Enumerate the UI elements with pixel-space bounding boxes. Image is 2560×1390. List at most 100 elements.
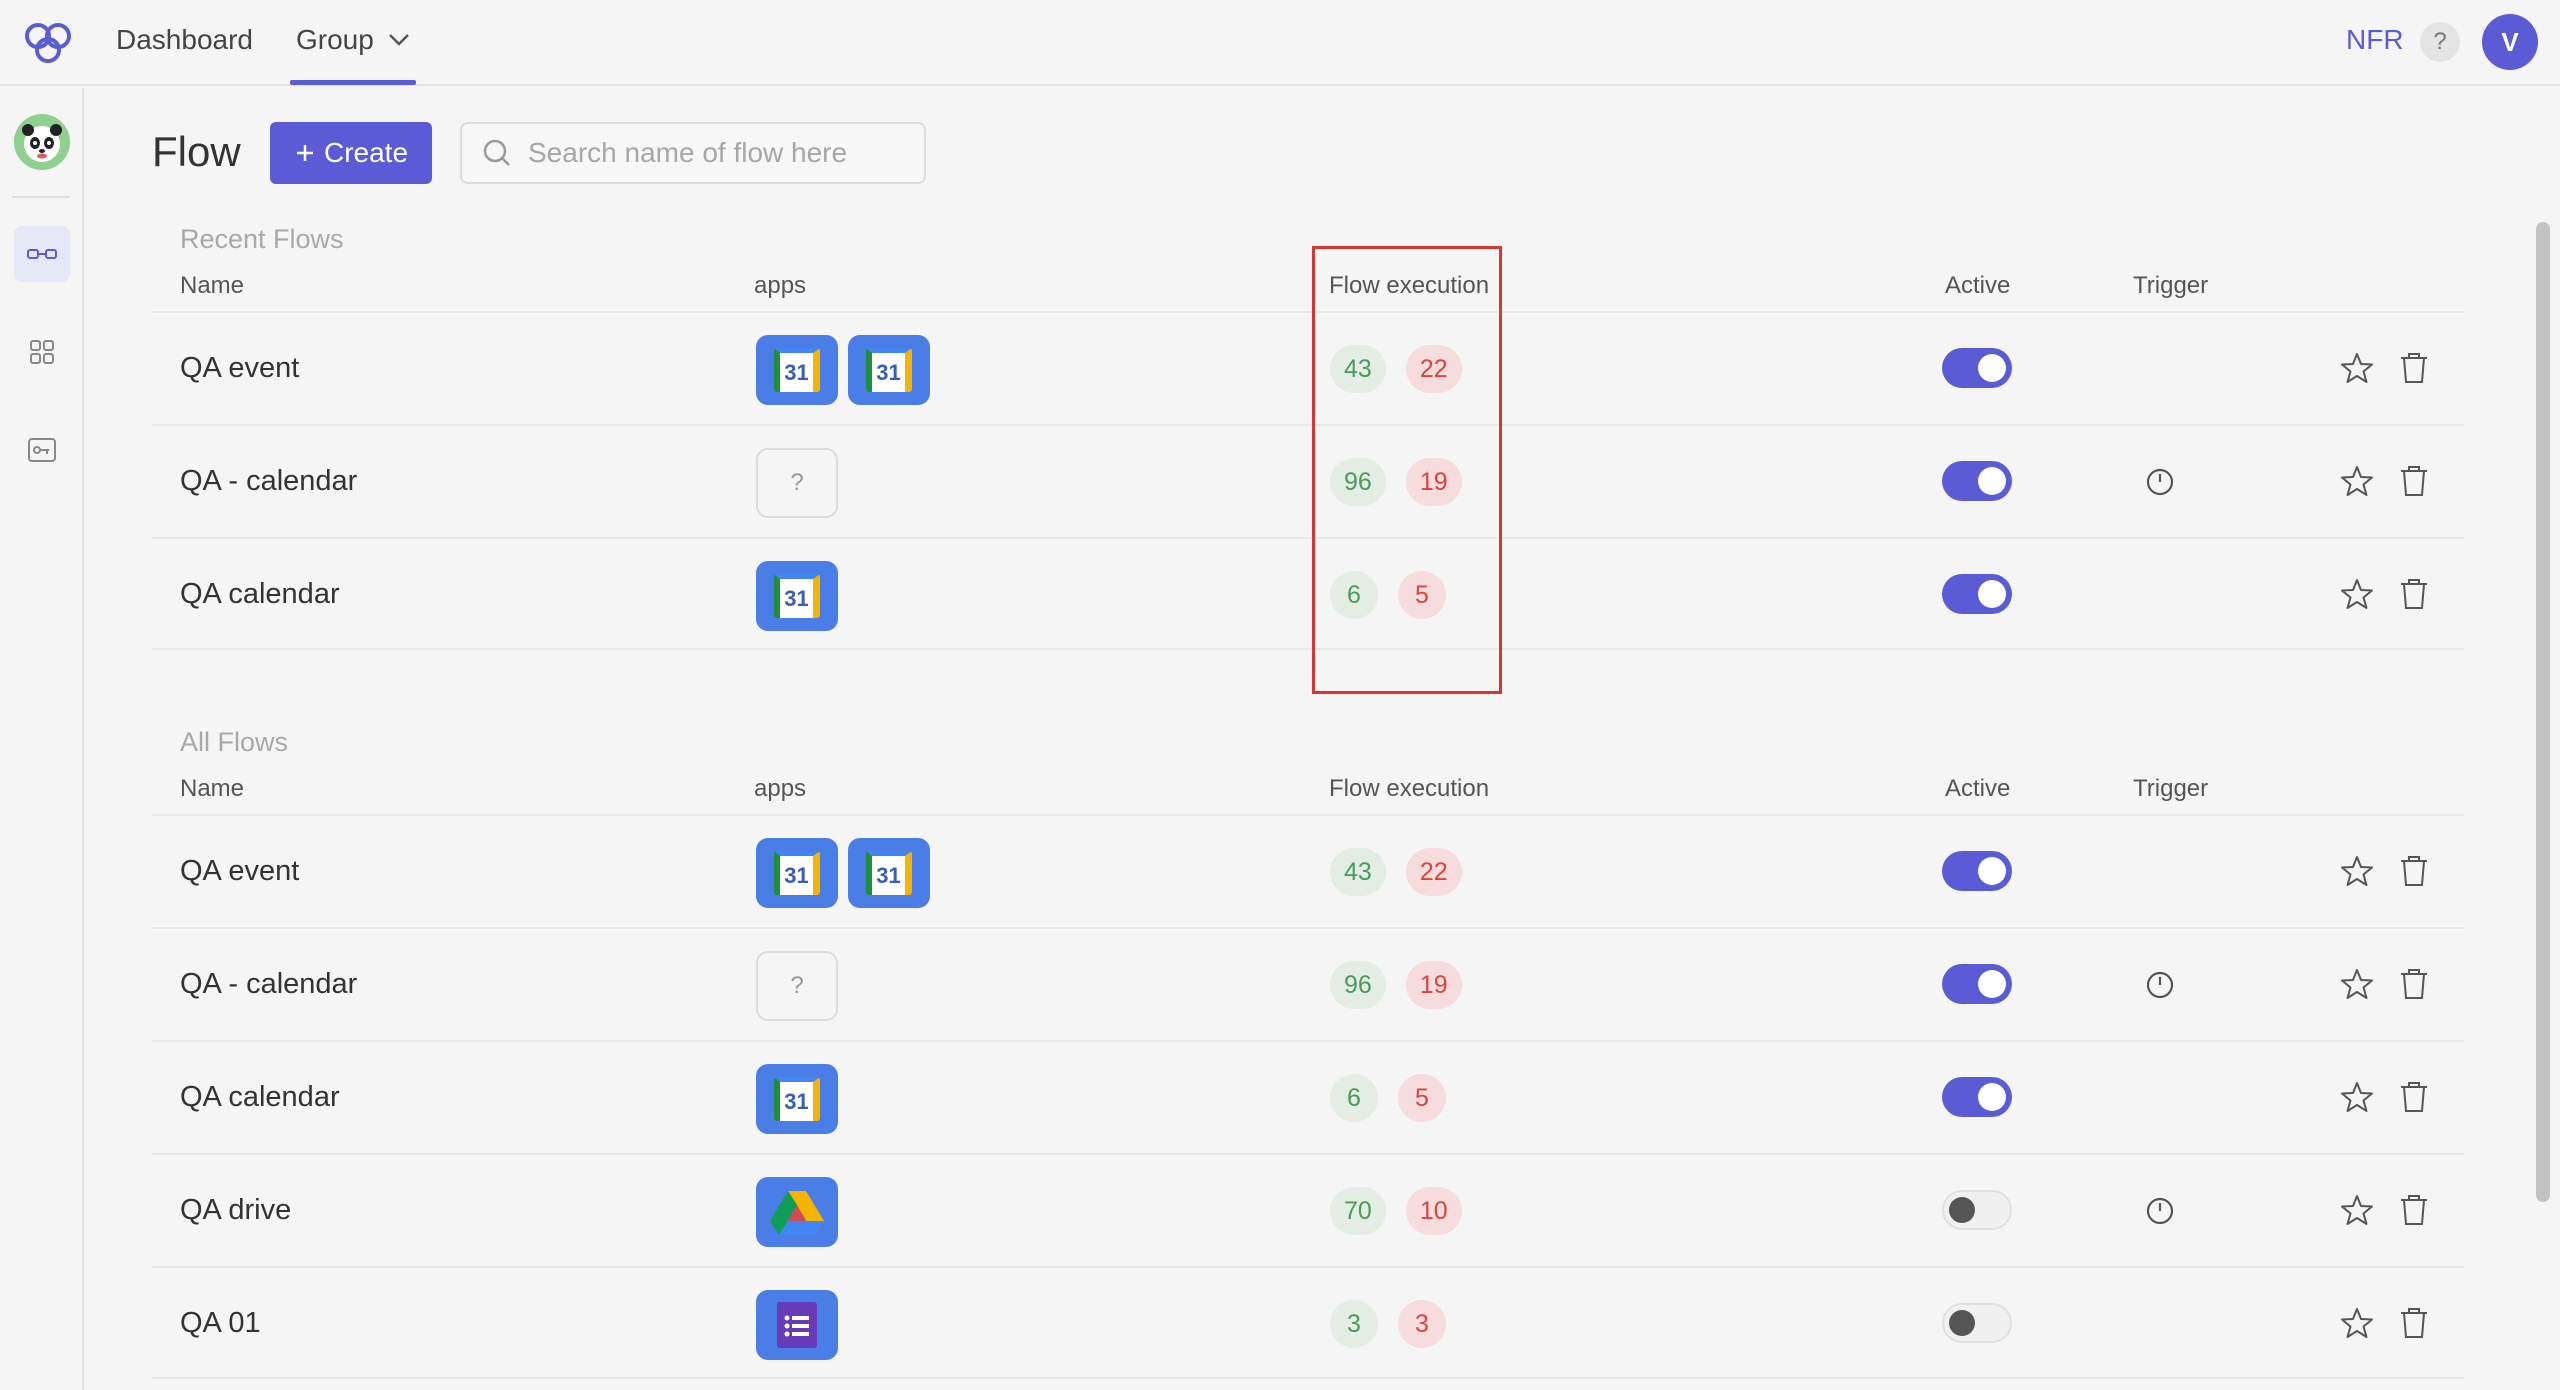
flow-name[interactable]: QA drive (180, 1155, 291, 1266)
delete-button[interactable] (2398, 464, 2430, 498)
help-button[interactable]: ? (2420, 22, 2460, 62)
active-toggle[interactable] (1942, 851, 2012, 891)
active-toggle[interactable] (1942, 1077, 2012, 1117)
scrollbar[interactable] (2536, 222, 2550, 1202)
trash-icon (2401, 579, 2427, 609)
success-count-badge[interactable]: 43 (1330, 848, 1386, 896)
trash-icon (2401, 1195, 2427, 1225)
trigger-schedule[interactable] (2144, 466, 2176, 498)
active-toggle[interactable] (1942, 964, 2012, 1004)
google-calendar-icon: 31 (756, 561, 838, 631)
delete-button[interactable] (2398, 577, 2430, 611)
workspace-avatar[interactable] (14, 114, 70, 170)
key-icon (28, 438, 56, 462)
failed-count-badge[interactable]: 3 (1398, 1300, 1446, 1348)
star-icon (2341, 969, 2373, 999)
favorite-button[interactable] (2340, 854, 2374, 888)
apps-cell: 31 (756, 1064, 838, 1134)
trash-icon (2401, 1308, 2427, 1338)
flow-name[interactable]: QA calendar (180, 539, 340, 650)
search-input[interactable] (528, 137, 908, 169)
failed-count-badge[interactable]: 10 (1405, 1187, 1462, 1235)
google-calendar-icon: 31 (848, 838, 930, 908)
nav-group-label: Group (296, 24, 374, 55)
success-count-badge[interactable]: 6 (1330, 1074, 1378, 1122)
delete-button[interactable] (2398, 854, 2430, 888)
flow-icon (27, 249, 57, 259)
failed-count-badge[interactable]: 5 (1398, 1074, 1446, 1122)
flow-name[interactable]: QA - calendar (180, 426, 357, 537)
delete-button[interactable] (2398, 1306, 2430, 1340)
table-row[interactable]: QA - calendar ? 96 19 (152, 927, 2464, 1040)
nfr-link[interactable]: NFR (2346, 24, 2404, 56)
active-toggle[interactable] (1942, 574, 2012, 614)
favorite-button[interactable] (2340, 577, 2374, 611)
nav-group-dropdown[interactable]: Group (296, 24, 410, 56)
table-row[interactable]: QA 01 3 3 (152, 1266, 2464, 1379)
table-row[interactable]: QA drive 70 10 (152, 1153, 2464, 1266)
favorite-button[interactable] (2340, 464, 2374, 498)
active-toggle[interactable] (1942, 1303, 2012, 1343)
google-drive-icon (756, 1177, 838, 1247)
flow-name[interactable]: QA - calendar (180, 929, 357, 1040)
favorite-button[interactable] (2340, 967, 2374, 1001)
google-forms-icon (756, 1290, 838, 1360)
sidebar-item-apps[interactable] (14, 324, 70, 380)
calendar-day-label: 31 (866, 348, 912, 392)
success-count-badge[interactable]: 3 (1330, 1300, 1378, 1348)
table-row[interactable]: QA calendar 31 6 5 (152, 1040, 2464, 1153)
flow-name[interactable]: QA event (180, 313, 299, 424)
all-flows-title: All Flows (180, 727, 289, 757)
forms-logo-icon (777, 1302, 817, 1348)
sidebar-item-flows[interactable] (14, 226, 70, 282)
favorite-button[interactable] (2340, 1080, 2374, 1114)
favorite-button[interactable] (2340, 1306, 2374, 1340)
trigger-schedule[interactable] (2144, 969, 2176, 1001)
failed-count-badge[interactable]: 19 (1405, 961, 1462, 1009)
flow-execution-cell: 6 5 (1330, 1074, 1446, 1122)
star-icon (2341, 1308, 2373, 1338)
table-row[interactable]: QA event 31 31 43 22 (152, 814, 2464, 927)
delete-button[interactable] (2398, 1193, 2430, 1227)
col-name: Name (180, 775, 245, 802)
favorite-button[interactable] (2340, 1193, 2374, 1227)
app-logo-icon[interactable] (20, 18, 76, 66)
delete-button[interactable] (2398, 351, 2430, 385)
create-button-label: Create (323, 137, 409, 168)
apps-cell: 31 31 (756, 335, 930, 405)
apps-cell (756, 1177, 838, 1247)
delete-button[interactable] (2398, 1080, 2430, 1114)
success-count-badge[interactable]: 70 (1330, 1187, 1386, 1235)
active-toggle[interactable] (1942, 1190, 2012, 1230)
flow-name[interactable]: QA calendar (180, 1042, 340, 1153)
table-row[interactable]: QA calendar 31 6 5 (152, 537, 2464, 650)
success-count-badge[interactable]: 96 (1330, 961, 1386, 1009)
trash-icon (2401, 353, 2427, 383)
apps-cell: ? (756, 951, 838, 1021)
trash-icon (2401, 466, 2427, 496)
flow-name[interactable]: QA 01 (180, 1268, 261, 1379)
sidebar-item-credentials[interactable] (14, 422, 70, 478)
highlight-box (1312, 246, 1502, 694)
create-button[interactable]: Create (270, 122, 432, 184)
drive-logo-icon (770, 1191, 824, 1235)
active-toggle[interactable] (1942, 348, 2012, 388)
search-box[interactable] (460, 122, 926, 184)
favorite-button[interactable] (2340, 351, 2374, 385)
apps-cell: ? (756, 448, 838, 518)
active-toggle[interactable] (1942, 461, 2012, 501)
failed-count-badge[interactable]: 22 (1405, 848, 1462, 896)
apps-cell: 31 31 (756, 838, 930, 908)
delete-button[interactable] (2398, 967, 2430, 1001)
user-avatar[interactable]: V (2482, 14, 2538, 70)
google-calendar-icon: 31 (756, 838, 838, 908)
sidebar-divider (12, 196, 70, 198)
trigger-schedule[interactable] (2144, 1195, 2176, 1227)
table-row[interactable]: QA - calendar ? 96 19 (152, 424, 2464, 537)
flow-execution-cell: 96 19 (1330, 961, 1462, 1009)
clock-icon (2146, 971, 2174, 999)
flow-name[interactable]: QA event (180, 816, 299, 927)
nav-dashboard[interactable]: Dashboard (116, 24, 253, 56)
apps-cell: 31 (756, 561, 838, 631)
table-row[interactable]: QA event 31 31 43 22 (152, 311, 2464, 424)
